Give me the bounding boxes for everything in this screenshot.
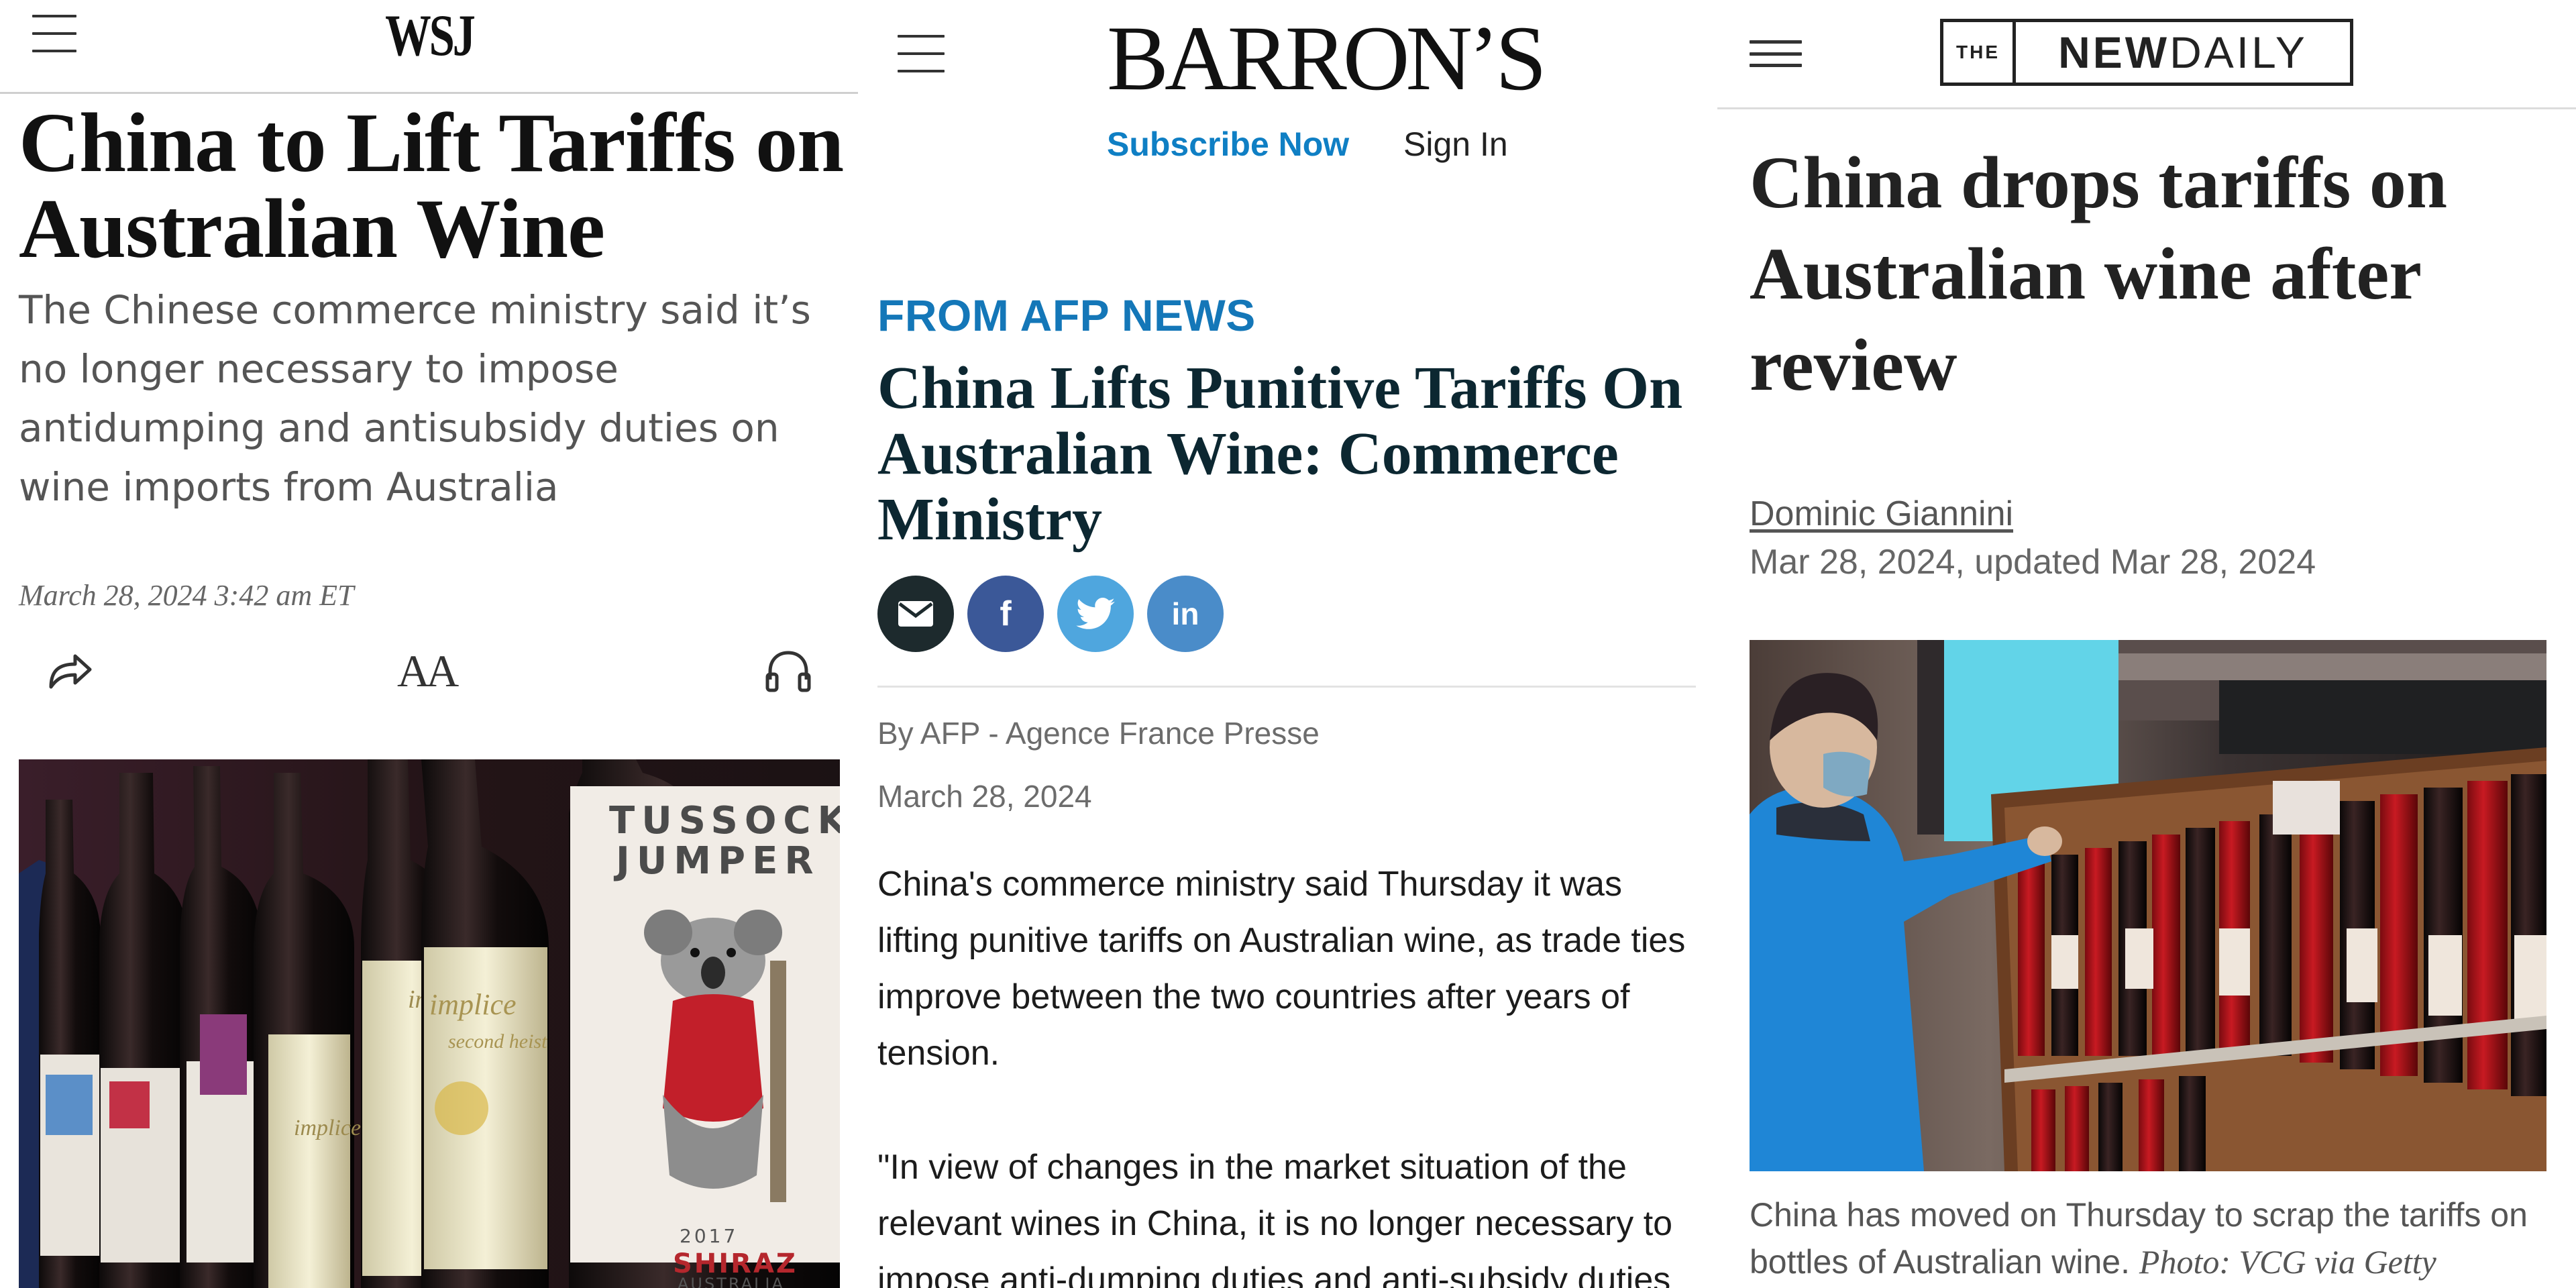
wsj-dek: The Chinese commerce ministry said it’s … <box>19 287 811 510</box>
newdaily-headline: China drops tariffs on Australian wine a… <box>1750 142 2448 406</box>
bottle-year: 2017 <box>680 1225 738 1247</box>
wsj-header: WSJ <box>0 0 858 94</box>
bottle-label-text: implice <box>294 1116 361 1140</box>
logo-the: THE <box>1943 22 2016 83</box>
author-link[interactable]: Dominic Giannini <box>1750 494 2013 534</box>
wsj-headline: China to Lift Tariffs on Australian Wine <box>19 97 844 276</box>
headphones-icon[interactable] <box>765 644 812 698</box>
wsj-logo[interactable]: WSJ <box>366 7 492 66</box>
wsj-article-panel: WSJ China to Lift Tariffs on Australian … <box>0 0 858 1288</box>
photo-credit: Photo: VCG via Getty <box>2139 1243 2436 1281</box>
logo-daily: DAILY <box>2169 28 2308 77</box>
facebook-share-button[interactable]: f <box>967 576 1044 652</box>
newdaily-article-panel: THE NEWDAILY China drops tariffs on Aust… <box>1717 0 2576 1288</box>
bottle-brand-line2: JUMPER <box>613 839 820 883</box>
bottle-brand-line1: TUSSOCK <box>609 799 840 843</box>
linkedin-icon: in <box>1171 596 1199 631</box>
article-date: March 28, 2024 <box>877 779 1092 814</box>
twitter-share-button[interactable] <box>1057 576 1134 652</box>
share-buttons: f in <box>877 576 1224 652</box>
menu-icon[interactable] <box>1750 40 1802 67</box>
linkedin-share-button[interactable]: in <box>1147 576 1224 652</box>
menu-icon[interactable] <box>32 15 76 52</box>
barrons-headline: China Lifts Punitive Tariffs On Australi… <box>877 355 1683 553</box>
text-size-icon[interactable]: AA <box>397 644 459 698</box>
wine-bottles-photo: implice implice implice second heist TUS… <box>19 759 840 1288</box>
text-size-label: AA <box>397 645 459 696</box>
facebook-icon: f <box>1000 594 1012 633</box>
store-shelf-photo <box>1750 640 2546 1171</box>
logo-new: NEW <box>2058 28 2170 77</box>
article-date: Mar 28, 2024, updated Mar 28, 2024 <box>1750 543 2316 582</box>
wsj-timestamp: March 28, 2024 3:42 am ET <box>19 579 354 612</box>
email-icon <box>898 601 933 627</box>
sign-in-link[interactable]: Sign In <box>1403 125 1508 164</box>
byline: By AFP - Agence France Presse <box>877 716 1320 751</box>
bottle-label-text: second heist <box>448 1030 547 1053</box>
photo-caption: China has moved on Thursday to scrap the… <box>1750 1191 2555 1285</box>
newdaily-logo[interactable]: THE NEWDAILY <box>1940 19 2353 86</box>
barrons-article-panel: BARRON’S Subscribe Now Sign In FROM AFP … <box>859 0 1717 1288</box>
subscribe-link[interactable]: Subscribe Now <box>1107 125 1349 164</box>
bottle-country: AUSTRALIA <box>678 1275 785 1288</box>
logo-wordmark: NEWDAILY <box>2016 27 2350 78</box>
header-divider <box>1717 107 2576 109</box>
body-paragraph: China's commerce ministry said Thursday … <box>877 865 1686 1073</box>
article-kicker[interactable]: FROM AFP NEWS <box>877 290 1256 341</box>
menu-icon[interactable] <box>898 35 945 72</box>
bottle-label-text: implice <box>429 988 517 1021</box>
twitter-icon <box>1076 598 1115 629</box>
body-paragraph: "In view of changes in the market situat… <box>877 1148 1673 1288</box>
divider <box>877 686 1696 688</box>
share-icon[interactable] <box>46 644 94 698</box>
email-share-button[interactable] <box>877 576 954 652</box>
barrons-logo[interactable]: BARRON’S <box>1107 12 1547 105</box>
